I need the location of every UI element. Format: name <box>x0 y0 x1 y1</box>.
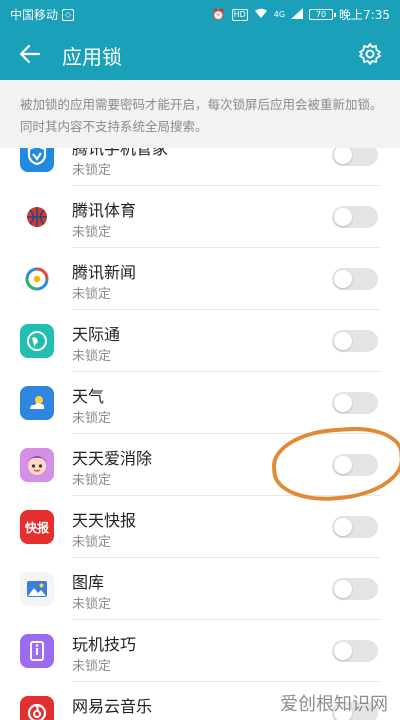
wifi-icon <box>254 8 268 22</box>
app-name: 天际通 <box>72 325 121 344</box>
app-icon-label: 快报 <box>24 520 49 535</box>
status-bar: 中国移动 ◇ ⏰ HD 4G 70 晚上7:35 <box>0 0 400 28</box>
app-lock-status: 未锁定 <box>72 349 112 364</box>
app-name: 天气 <box>72 387 105 406</box>
lock-toggle[interactable] <box>332 148 378 166</box>
app-row[interactable]: 天天爱消除 未锁定 <box>0 434 400 496</box>
app-name: 腾讯体育 <box>72 201 137 220</box>
alarm-icon: ⏰ <box>211 8 226 21</box>
lock-toggle[interactable] <box>332 206 378 228</box>
toggle-knob <box>334 518 352 536</box>
game-character-icon <box>20 448 54 482</box>
battery-icon: 70 <box>309 9 337 20</box>
sports-ball-icon <box>20 200 54 234</box>
toggle-knob <box>334 394 352 412</box>
globe-icon <box>20 324 54 358</box>
status-right: ⏰ HD 4G 70 晚上7:35 <box>212 6 390 23</box>
status-left: 中国移动 ◇ <box>10 6 75 23</box>
app-lock-status: 未锁定 <box>72 411 112 426</box>
toggle-knob <box>334 580 352 598</box>
lock-toggle[interactable] <box>332 392 378 414</box>
app-row[interactable]: 图库 未锁定 <box>0 558 400 620</box>
network-type: 4G <box>273 10 286 19</box>
gear-icon <box>359 43 381 65</box>
arrow-left-icon <box>19 44 41 64</box>
lock-toggle[interactable] <box>332 330 378 352</box>
page-title: 应用锁 <box>62 45 122 69</box>
app-lock-status: 未锁定 <box>72 163 112 178</box>
app-row[interactable]: 天际通 未锁定 <box>0 310 400 372</box>
app-bar: 应用锁 <box>0 28 400 80</box>
weather-icon <box>20 386 54 420</box>
app-name: 天天爱消除 <box>72 449 153 468</box>
music-icon <box>20 696 54 720</box>
app-row[interactable]: 腾讯新闻 未锁定 <box>0 248 400 310</box>
shield-icon <box>20 148 54 172</box>
app-lock-status: 未锁定 <box>72 473 112 488</box>
app-name: 天天快报 <box>72 511 137 530</box>
app-name: 腾讯手机管家 <box>72 148 169 158</box>
app-row[interactable]: 腾讯手机管家 未锁定 <box>0 148 400 186</box>
app-row[interactable]: 腾讯体育 未锁定 <box>0 186 400 248</box>
toggle-knob <box>334 270 352 288</box>
lock-toggle[interactable] <box>332 578 378 600</box>
gallery-icon <box>20 572 54 606</box>
toggle-knob <box>334 148 352 164</box>
lock-toggle[interactable] <box>332 268 378 290</box>
app-lock-status: 未锁定 <box>72 287 112 302</box>
app-lock-status: 未锁定 <box>72 225 112 240</box>
app-lock-status: 未锁定 <box>72 535 112 550</box>
lock-toggle[interactable] <box>332 516 378 538</box>
info-icon <box>20 634 54 668</box>
quick-report-icon: 快报 <box>20 510 54 544</box>
app-name: 腾讯新闻 <box>72 263 137 282</box>
sim-icon: ◇ <box>62 8 75 21</box>
app-row[interactable]: 天气 未锁定 <box>0 372 400 434</box>
watermark: 爱创根知识网 <box>280 694 388 715</box>
app-list-inner: 腾讯手机管家 未锁定 腾讯体育 未锁定 腾讯新闻 未锁定 天际通 未锁定 天气 未锁定 天天爱消除未… <box>0 148 400 720</box>
lock-description: 被加锁的应用需要密码才能开启，每次锁屏后应用会被重新加锁。同时其内容不支持系统全… <box>20 97 383 134</box>
toggle-knob <box>334 642 352 660</box>
settings-button[interactable] <box>354 38 386 70</box>
news-icon <box>20 262 54 296</box>
clock: 晚上7:35 <box>339 8 390 22</box>
app-list[interactable]: 腾讯手机管家 未锁定 腾讯体育 未锁定 腾讯新闻 未锁定 天际通 未锁定 天气 未锁定 天天爱消除未… <box>0 148 400 720</box>
app-row[interactable]: 快报 天天快报未锁定 <box>0 496 400 558</box>
app-lock-status: 未锁定 <box>72 659 112 674</box>
signal-icon <box>291 7 304 22</box>
app-lock-status: 未锁定 <box>72 597 112 612</box>
carrier-label: 中国移动 <box>10 8 59 22</box>
toggle-knob <box>334 332 352 350</box>
toggle-knob <box>334 456 352 474</box>
app-row[interactable]: 玩机技巧 未锁定 <box>0 620 400 682</box>
lock-toggle[interactable] <box>332 640 378 662</box>
hd-badge: HD <box>231 8 248 21</box>
back-button[interactable] <box>14 38 46 70</box>
toggle-knob <box>334 208 352 226</box>
app-name: 图库 <box>72 573 105 592</box>
app-name: 网易云音乐 <box>72 697 153 716</box>
lock-toggle[interactable] <box>332 454 378 476</box>
app-name: 玩机技巧 <box>72 635 137 654</box>
